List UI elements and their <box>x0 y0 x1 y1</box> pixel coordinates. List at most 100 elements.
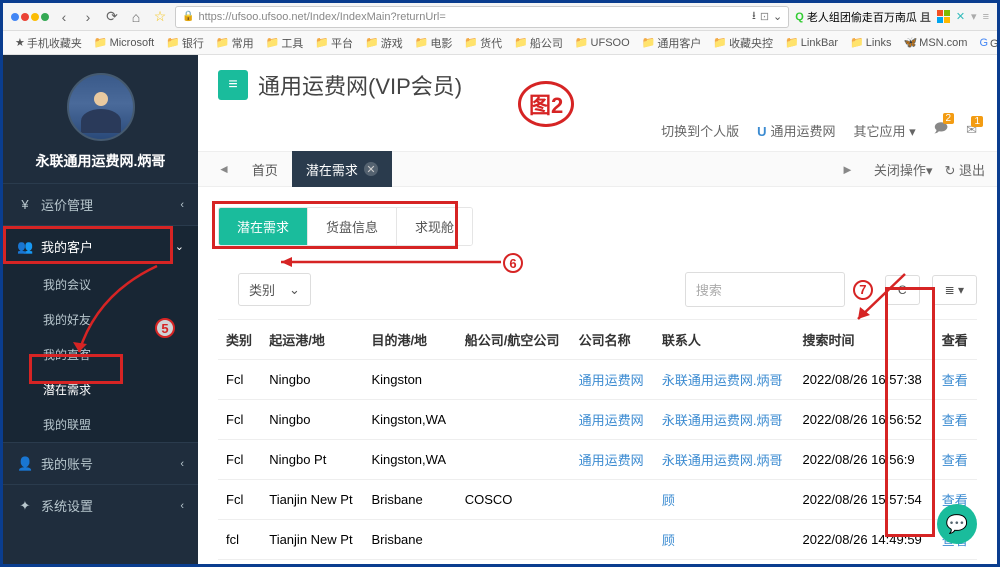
star-button[interactable]: ☆ <box>151 8 169 26</box>
submenu-meetings[interactable]: 我的会议 <box>3 267 198 302</box>
browser-search[interactable]: Q 老人组团偷走百万南瓜 且 <box>795 9 931 25</box>
company-link[interactable]: 通用运费网 <box>579 453 644 468</box>
avatar[interactable] <box>67 73 135 141</box>
category-select[interactable]: 类别 ⌄ <box>238 273 311 306</box>
contact-link[interactable]: 顾 <box>662 533 675 548</box>
x-icon[interactable]: ✕ <box>956 10 965 23</box>
company-link[interactable]: 通用运费网 <box>579 373 644 388</box>
bookmark-item[interactable]: 📁 货代 <box>460 33 506 53</box>
camera-icon[interactable]: ⊡ <box>760 10 769 23</box>
dropdown-icon[interactable]: ⌄ <box>773 10 782 23</box>
th-view[interactable]: 查看 <box>934 320 977 360</box>
cell-origin: Ningbo Pt <box>261 440 363 480</box>
th-origin[interactable]: 起运港/地 <box>261 320 363 360</box>
view-link[interactable]: 查看 <box>942 413 968 428</box>
bookmark-item[interactable]: G Google 翻 <box>975 33 997 53</box>
sidebar-item-label: 我的账号 <box>41 454 93 473</box>
users-icon: 👥 <box>17 239 33 255</box>
chevron-down-icon: ⌄ <box>289 282 300 298</box>
th-category[interactable]: 类别 <box>218 320 261 360</box>
close-ops-dropdown[interactable]: 关闭操作▾ <box>874 160 933 179</box>
close-tab-icon[interactable]: ✕ <box>364 162 378 176</box>
bookmark-item[interactable]: 📁 银行 <box>162 33 208 53</box>
logout-button[interactable]: ↻ 退出 <box>944 160 985 179</box>
bookmark-item[interactable]: ★ 手机收藏夹 <box>11 33 86 53</box>
submenu-potential[interactable]: 潜在需求 <box>3 372 198 407</box>
th-carrier[interactable]: 船公司/航空公司 <box>457 320 571 360</box>
wrench-icon: ✦ <box>17 498 33 514</box>
other-apps-link[interactable]: 其它应用 ▾ <box>854 121 916 140</box>
inner-tab-cargo[interactable]: 货盘信息 <box>307 208 396 245</box>
notification-1[interactable]: 🗩2 <box>934 119 948 141</box>
back-button[interactable]: ‹ <box>55 8 73 26</box>
chat-fab[interactable]: 💬 <box>937 504 977 544</box>
th-dest[interactable]: 目的港/地 <box>363 320 456 360</box>
tabs-prev[interactable]: ◄ <box>210 162 238 176</box>
view-link[interactable]: 查看 <box>942 453 968 468</box>
expand-icon[interactable]: ⭳ <box>752 7 756 26</box>
bookmark-item[interactable]: 📁 收藏央控 <box>709 33 777 53</box>
cell-category: Fcl <box>218 360 261 400</box>
contact-link[interactable]: 永联通用运费网.炳哥 <box>662 413 783 428</box>
down-arrow-icon[interactable]: ▾ <box>971 10 977 23</box>
contact-link[interactable]: 顾 <box>662 493 675 508</box>
cell-time: 2022/08/26 15:57:54 <box>795 480 934 520</box>
bookmark-item[interactable]: 📁 Microsoft <box>90 34 158 51</box>
hamburger-button[interactable]: ≡ <box>218 70 248 100</box>
ufsoo-link[interactable]: U通用运费网 <box>757 121 835 140</box>
submenu-alliance[interactable]: 我的联盟 <box>3 407 198 442</box>
cell-view: 查看 <box>934 440 977 480</box>
bookmark-item[interactable]: 📁 工具 <box>262 33 308 53</box>
main-content: ≡ 通用运费网(VIP会员) 图2 切换到个人版 U通用运费网 其它应用 ▾ 🗩… <box>198 55 997 564</box>
url-input[interactable]: 🔒 https://ufsoo.ufsoo.net/Index/IndexMai… <box>175 6 789 28</box>
contact-link[interactable]: 永联通用运费网.炳哥 <box>662 453 783 468</box>
switch-personal-link[interactable]: 切换到个人版 <box>661 121 739 140</box>
view-link[interactable]: 查看 <box>942 373 968 388</box>
sidebar-item-settings[interactable]: ✦ 系统设置 ‹ <box>3 485 198 526</box>
sidebar-item-account[interactable]: 👤 我的账号 ‹ <box>3 443 198 484</box>
sidebar-item-pricing[interactable]: ¥ 运价管理 ‹ <box>3 184 198 225</box>
home-button[interactable]: ⌂ <box>127 8 145 26</box>
forward-button[interactable]: › <box>79 8 97 26</box>
th-company[interactable]: 公司名称 <box>571 320 654 360</box>
tab-potential[interactable]: 潜在需求 ✕ <box>292 151 392 187</box>
cell-contact: 永联通用运费网.炳哥 <box>654 360 795 400</box>
q-icon: Q <box>795 11 804 23</box>
bookmark-item[interactable]: 📁 船公司 <box>510 33 567 53</box>
menu-icon[interactable]: ≡ <box>983 11 989 23</box>
cell-carrier <box>457 520 571 560</box>
reload-button[interactable]: ⟳ <box>103 8 121 26</box>
inner-tab-space[interactable]: 求现舱 <box>396 208 472 245</box>
bookmark-item[interactable]: 🦋 MSN.com <box>899 34 971 51</box>
bookmark-item[interactable]: 📁 LinkBar <box>781 34 842 51</box>
th-time[interactable]: 搜索时间 <box>795 320 934 360</box>
inner-tab-potential[interactable]: 潜在需求 <box>219 208 307 245</box>
bookmark-item[interactable]: 📁 电影 <box>411 33 457 53</box>
tabs-next[interactable]: ► <box>833 162 862 177</box>
th-contact[interactable]: 联系人 <box>654 320 795 360</box>
tab-home[interactable]: 首页 <box>238 151 292 187</box>
url-text: https://ufsoo.ufsoo.net/Index/IndexMain?… <box>198 11 748 23</box>
search-input[interactable]: 搜索 <box>685 272 845 307</box>
bookmark-item[interactable]: 📁 通用客户 <box>638 33 706 53</box>
page-title: 通用运费网(VIP会员) <box>258 69 462 101</box>
bookmark-item[interactable]: 📁 Links <box>846 34 895 51</box>
table-row: FclNingbo PtKingston,WA通用运费网永联通用运费网.炳哥20… <box>218 440 977 480</box>
bookmark-item[interactable]: 📁 常用 <box>212 33 258 53</box>
list-view-button[interactable]: ≣ ▾ <box>932 275 977 305</box>
microsoft-icon[interactable] <box>937 10 950 23</box>
contact-link[interactable]: 永联通用运费网.炳哥 <box>662 373 783 388</box>
cell-company <box>571 520 654 560</box>
submenu-direct[interactable]: 我的直客 <box>3 337 198 372</box>
bookmark-item[interactable]: 📁 平台 <box>311 33 357 53</box>
bookmark-item[interactable]: 📁 游戏 <box>361 33 407 53</box>
bookmark-item[interactable]: 📁 UFSOO <box>571 34 634 51</box>
notification-2[interactable]: ✉1 <box>966 122 977 138</box>
cell-carrier <box>457 360 571 400</box>
cell-category: Fcl <box>218 560 261 565</box>
cell-carrier <box>457 440 571 480</box>
sidebar-item-customers[interactable]: 👥 我的客户 ⌄ <box>3 226 198 267</box>
refresh-button[interactable]: C <box>885 275 920 305</box>
company-link[interactable]: 通用运费网 <box>579 413 644 428</box>
cell-view: 查看 <box>934 560 977 565</box>
